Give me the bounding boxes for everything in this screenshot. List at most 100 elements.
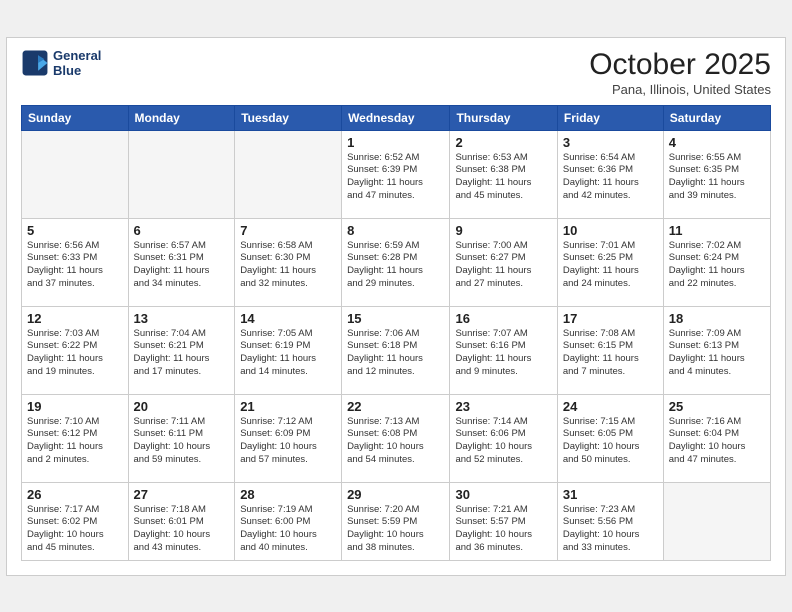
day-number: 4 bbox=[669, 135, 765, 150]
logo-icon bbox=[21, 49, 49, 77]
day-number: 24 bbox=[563, 399, 658, 414]
day-info: Sunrise: 7:19 AM Sunset: 6:00 PM Dayligh… bbox=[240, 504, 336, 555]
day-number: 5 bbox=[27, 223, 123, 238]
day-info: Sunrise: 6:54 AM Sunset: 6:36 PM Dayligh… bbox=[563, 152, 658, 203]
day-info: Sunrise: 6:53 AM Sunset: 6:38 PM Dayligh… bbox=[455, 152, 551, 203]
title-block: October 2025 Pana, Illinois, United Stat… bbox=[589, 48, 771, 97]
day-info: Sunrise: 6:58 AM Sunset: 6:30 PM Dayligh… bbox=[240, 240, 336, 291]
day-number: 6 bbox=[134, 223, 230, 238]
day-number: 28 bbox=[240, 487, 336, 502]
day-info: Sunrise: 7:02 AM Sunset: 6:24 PM Dayligh… bbox=[669, 240, 765, 291]
day-number: 14 bbox=[240, 311, 336, 326]
calendar-grid: SundayMondayTuesdayWednesdayThursdayFrid… bbox=[21, 105, 771, 561]
calendar-cell: 19 Sunrise: 7:10 AM Sunset: 6:12 PM Dayli… bbox=[22, 394, 129, 482]
day-info: Sunrise: 7:03 AM Sunset: 6:22 PM Dayligh… bbox=[27, 328, 123, 379]
day-info: Sunrise: 7:13 AM Sunset: 6:08 PM Dayligh… bbox=[347, 416, 444, 467]
calendar-cell bbox=[235, 130, 342, 218]
day-number: 15 bbox=[347, 311, 444, 326]
day-number: 31 bbox=[563, 487, 658, 502]
day-number: 12 bbox=[27, 311, 123, 326]
weekday-header-thursday: Thursday bbox=[450, 105, 557, 130]
day-info: Sunrise: 7:18 AM Sunset: 6:01 PM Dayligh… bbox=[134, 504, 230, 555]
day-number: 3 bbox=[563, 135, 658, 150]
day-number: 17 bbox=[563, 311, 658, 326]
day-number: 10 bbox=[563, 223, 658, 238]
week-row-4: 19 Sunrise: 7:10 AM Sunset: 6:12 PM Dayli… bbox=[22, 394, 771, 482]
calendar-cell: 18Sunrise: 7:09 AM Sunset: 6:13 PM Dayli… bbox=[663, 306, 770, 394]
day-info: Sunrise: 7:07 AM Sunset: 6:16 PM Dayligh… bbox=[455, 328, 551, 379]
week-row-1: 1Sunrise: 6:52 AM Sunset: 6:39 PM Daylig… bbox=[22, 130, 771, 218]
day-info: Sunrise: 7:16 AM Sunset: 6:04 PM Dayligh… bbox=[669, 416, 765, 467]
logo-line1: General bbox=[53, 48, 101, 64]
calendar-cell: 23 Sunrise: 7:14 AM Sunset: 6:06 PM Dayli… bbox=[450, 394, 557, 482]
calendar-cell: 26Sunrise: 7:17 AM Sunset: 6:02 PM Dayli… bbox=[22, 482, 129, 560]
month-title: October 2025 bbox=[589, 48, 771, 82]
calendar-cell: 14 Sunrise: 7:05 AM Sunset: 6:19 PM Dayli… bbox=[235, 306, 342, 394]
day-number: 18 bbox=[669, 311, 765, 326]
logo-line2: Blue bbox=[53, 63, 101, 79]
calendar-cell: 2 Sunrise: 6:53 AM Sunset: 6:38 PM Daylig… bbox=[450, 130, 557, 218]
day-number: 9 bbox=[455, 223, 551, 238]
day-number: 29 bbox=[347, 487, 444, 502]
week-row-2: 5 Sunrise: 6:56 AM Sunset: 6:33 PM Daylig… bbox=[22, 218, 771, 306]
calendar-cell: 5 Sunrise: 6:56 AM Sunset: 6:33 PM Daylig… bbox=[22, 218, 129, 306]
calendar-container: General Blue October 2025 Pana, Illinois… bbox=[6, 37, 786, 576]
calendar-cell: 10Sunrise: 7:01 AM Sunset: 6:25 PM Dayli… bbox=[557, 218, 663, 306]
day-number: 2 bbox=[455, 135, 551, 150]
day-number: 20 bbox=[134, 399, 230, 414]
day-info: Sunrise: 7:11 AM Sunset: 6:11 PM Dayligh… bbox=[134, 416, 230, 467]
calendar-cell: 29Sunrise: 7:20 AM Sunset: 5:59 PM Dayli… bbox=[342, 482, 450, 560]
calendar-cell: 12 Sunrise: 7:03 AM Sunset: 6:22 PM Dayli… bbox=[22, 306, 129, 394]
day-number: 7 bbox=[240, 223, 336, 238]
calendar-cell: 25 Sunrise: 7:16 AM Sunset: 6:04 PM Dayli… bbox=[663, 394, 770, 482]
day-number: 23 bbox=[455, 399, 551, 414]
calendar-cell bbox=[663, 482, 770, 560]
day-info: Sunrise: 7:05 AM Sunset: 6:19 PM Dayligh… bbox=[240, 328, 336, 379]
weekday-header-friday: Friday bbox=[557, 105, 663, 130]
week-row-3: 12 Sunrise: 7:03 AM Sunset: 6:22 PM Dayli… bbox=[22, 306, 771, 394]
day-number: 25 bbox=[669, 399, 765, 414]
day-info: Sunrise: 7:21 AM Sunset: 5:57 PM Dayligh… bbox=[455, 504, 551, 555]
day-info: Sunrise: 7:06 AM Sunset: 6:18 PM Dayligh… bbox=[347, 328, 444, 379]
calendar-cell: 22 Sunrise: 7:13 AM Sunset: 6:08 PM Dayli… bbox=[342, 394, 450, 482]
calendar-cell: 28 Sunrise: 7:19 AM Sunset: 6:00 PM Dayli… bbox=[235, 482, 342, 560]
day-number: 21 bbox=[240, 399, 336, 414]
day-number: 27 bbox=[134, 487, 230, 502]
calendar-cell: 3 Sunrise: 6:54 AM Sunset: 6:36 PM Daylig… bbox=[557, 130, 663, 218]
header: General Blue October 2025 Pana, Illinois… bbox=[21, 48, 771, 97]
calendar-cell bbox=[128, 130, 235, 218]
calendar-cell: 21 Sunrise: 7:12 AM Sunset: 6:09 PM Dayli… bbox=[235, 394, 342, 482]
week-row-5: 26Sunrise: 7:17 AM Sunset: 6:02 PM Dayli… bbox=[22, 482, 771, 560]
calendar-cell: 9 Sunrise: 7:00 AM Sunset: 6:27 PM Daylig… bbox=[450, 218, 557, 306]
calendar-cell: 8Sunrise: 6:59 AM Sunset: 6:28 PM Daylig… bbox=[342, 218, 450, 306]
day-info: Sunrise: 7:12 AM Sunset: 6:09 PM Dayligh… bbox=[240, 416, 336, 467]
day-number: 8 bbox=[347, 223, 444, 238]
calendar-cell: 6Sunrise: 6:57 AM Sunset: 6:31 PM Daylig… bbox=[128, 218, 235, 306]
day-info: Sunrise: 6:56 AM Sunset: 6:33 PM Dayligh… bbox=[27, 240, 123, 291]
day-number: 26 bbox=[27, 487, 123, 502]
day-info: Sunrise: 7:04 AM Sunset: 6:21 PM Dayligh… bbox=[134, 328, 230, 379]
day-info: Sunrise: 6:52 AM Sunset: 6:39 PM Dayligh… bbox=[347, 152, 444, 203]
day-info: Sunrise: 7:10 AM Sunset: 6:12 PM Dayligh… bbox=[27, 416, 123, 467]
calendar-cell: 7 Sunrise: 6:58 AM Sunset: 6:30 PM Daylig… bbox=[235, 218, 342, 306]
calendar-cell: 17 Sunrise: 7:08 AM Sunset: 6:15 PM Dayli… bbox=[557, 306, 663, 394]
day-number: 19 bbox=[27, 399, 123, 414]
day-info: Sunrise: 7:23 AM Sunset: 5:56 PM Dayligh… bbox=[563, 504, 658, 555]
day-number: 11 bbox=[669, 223, 765, 238]
calendar-cell: 27 Sunrise: 7:18 AM Sunset: 6:01 PM Dayli… bbox=[128, 482, 235, 560]
day-info: Sunrise: 7:08 AM Sunset: 6:15 PM Dayligh… bbox=[563, 328, 658, 379]
weekday-header-monday: Monday bbox=[128, 105, 235, 130]
day-info: Sunrise: 7:00 AM Sunset: 6:27 PM Dayligh… bbox=[455, 240, 551, 291]
calendar-cell: 13Sunrise: 7:04 AM Sunset: 6:21 PM Dayli… bbox=[128, 306, 235, 394]
day-number: 30 bbox=[455, 487, 551, 502]
weekday-header-row: SundayMondayTuesdayWednesdayThursdayFrid… bbox=[22, 105, 771, 130]
weekday-header-wednesday: Wednesday bbox=[342, 105, 450, 130]
logo-text: General Blue bbox=[53, 48, 101, 79]
calendar-cell: 15 Sunrise: 7:06 AM Sunset: 6:18 PM Dayli… bbox=[342, 306, 450, 394]
day-info: Sunrise: 7:14 AM Sunset: 6:06 PM Dayligh… bbox=[455, 416, 551, 467]
day-number: 22 bbox=[347, 399, 444, 414]
weekday-header-saturday: Saturday bbox=[663, 105, 770, 130]
calendar-cell: 30 Sunrise: 7:21 AM Sunset: 5:57 PM Dayli… bbox=[450, 482, 557, 560]
calendar-cell: 16Sunrise: 7:07 AM Sunset: 6:16 PM Dayli… bbox=[450, 306, 557, 394]
calendar-cell: 20 Sunrise: 7:11 AM Sunset: 6:11 PM Dayli… bbox=[128, 394, 235, 482]
